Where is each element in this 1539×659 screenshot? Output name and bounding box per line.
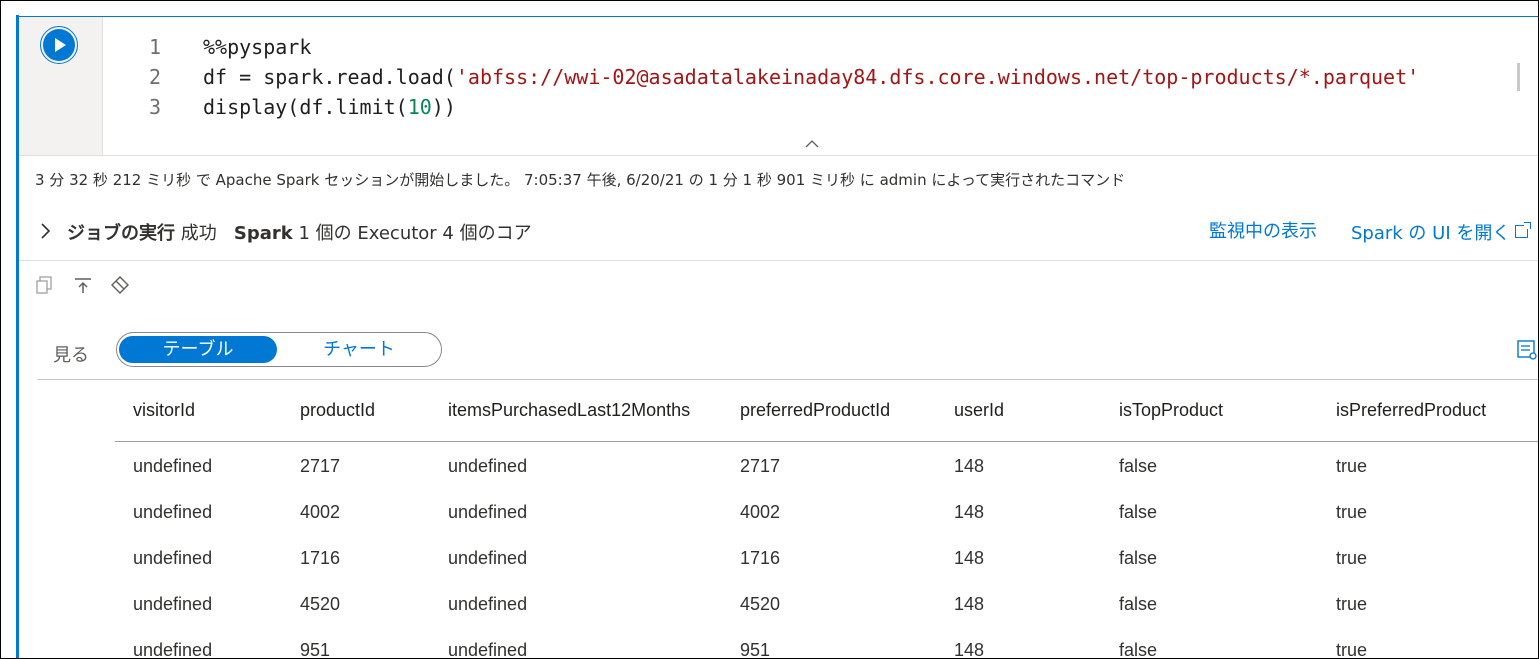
table-row[interactable]: undefined 1716 undefined 1716 148 false … bbox=[115, 534, 1538, 580]
table-cell: undefined bbox=[133, 502, 213, 522]
table-cell: 4520 bbox=[300, 594, 341, 614]
column-header[interactable]: isPreferredProduct bbox=[1336, 400, 1486, 421]
table-cell: 148 bbox=[954, 502, 985, 522]
table-cell: 4002 bbox=[300, 502, 341, 522]
table-cell: 4002 bbox=[740, 502, 781, 522]
code-line[interactable]: 1 %%pyspark bbox=[103, 32, 311, 62]
code-text: display(df.limit( bbox=[203, 95, 408, 119]
code-string: 'abfss://wwi-02@asadatalakeinaday84.dfs.… bbox=[455, 65, 1420, 89]
table-settings-icon[interactable] bbox=[1516, 338, 1538, 362]
table-row[interactable]: undefined 4002 undefined 4002 148 false … bbox=[115, 488, 1538, 534]
table-cell: 951 bbox=[300, 640, 331, 659]
table-cell: true bbox=[1336, 456, 1368, 476]
copy-icon[interactable] bbox=[34, 275, 54, 295]
table-row[interactable]: undefined 951 undefined 951 148 false tr… bbox=[115, 626, 1538, 659]
line-number: 3 bbox=[148, 95, 161, 119]
table-cell: 148 bbox=[954, 456, 985, 476]
table-cell: undefined bbox=[448, 502, 528, 522]
spark-detail: 1 個の Executor 4 個のコア bbox=[298, 223, 532, 244]
table-cell: undefined bbox=[448, 456, 528, 476]
table-cell: false bbox=[1119, 640, 1158, 659]
table-cell: undefined bbox=[133, 594, 213, 614]
notebook-cell: 1 %%pyspark 2 df = spark.read.load('abfss:… bbox=[0, 0, 1539, 659]
table-cell: undefined bbox=[133, 456, 213, 476]
results-divider bbox=[37, 379, 1538, 380]
line-number: 1 bbox=[148, 35, 161, 59]
view-toggle: テーブル チャート bbox=[116, 332, 442, 367]
editor-scrollbar[interactable] bbox=[1517, 63, 1520, 91]
table-cell: true bbox=[1336, 548, 1368, 568]
column-header[interactable]: preferredProductId bbox=[740, 400, 890, 421]
job-status-value: 成功 bbox=[180, 223, 217, 244]
code-line[interactable]: 3 display(df.limit(10)) bbox=[103, 92, 456, 122]
table-cell: 1716 bbox=[740, 548, 781, 568]
table-cell: undefined bbox=[133, 548, 213, 568]
table-cell: false bbox=[1119, 594, 1158, 614]
monitor-link[interactable]: 監視中の表示 bbox=[1209, 217, 1317, 243]
table-cell: false bbox=[1119, 502, 1158, 522]
code-line[interactable]: 2 df = spark.read.load('abfss://wwi-02@as… bbox=[103, 62, 1419, 92]
chevron-right-icon[interactable] bbox=[39, 222, 51, 240]
table-cell: 2717 bbox=[740, 456, 781, 476]
spark-label: Spark bbox=[233, 223, 293, 244]
divider bbox=[19, 155, 1538, 156]
execution-info: 3 分 32 秒 212 ミリ秒 で Apache Spark セッションが開始… bbox=[35, 171, 1126, 189]
table-cell: undefined bbox=[448, 548, 528, 568]
table-cell: false bbox=[1119, 456, 1158, 476]
column-header[interactable]: itemsPurchasedLast12Months bbox=[448, 400, 690, 421]
table-cell: false bbox=[1119, 548, 1158, 568]
column-header[interactable]: userId bbox=[954, 400, 1004, 421]
open-spark-ui-label: Spark の UI を開く bbox=[1351, 223, 1511, 244]
table-cell: 148 bbox=[954, 640, 985, 659]
table-cell: undefined bbox=[133, 640, 213, 659]
table-cell: 2717 bbox=[300, 456, 341, 476]
code-editor[interactable]: 1 %%pyspark 2 df = spark.read.load('abfss:… bbox=[103, 17, 1520, 155]
table-view-option[interactable]: テーブル bbox=[119, 336, 277, 363]
table-row[interactable]: undefined 4520 undefined 4520 148 false … bbox=[115, 580, 1538, 626]
table-row[interactable]: undefined 2717 undefined 2717 148 false … bbox=[115, 442, 1538, 488]
table-cell: true bbox=[1336, 502, 1368, 522]
table-cell: 4520 bbox=[740, 594, 781, 614]
table-cell: 148 bbox=[954, 548, 985, 568]
column-header[interactable]: visitorId bbox=[133, 400, 195, 421]
results-table: visitorId productId itemsPurchasedLast12… bbox=[115, 381, 1538, 659]
run-cell-button[interactable] bbox=[40, 26, 78, 64]
table-cell: 951 bbox=[740, 640, 771, 659]
view-label: 見る bbox=[53, 345, 89, 366]
table-cell: 148 bbox=[954, 594, 985, 614]
filter-collapse-icon[interactable] bbox=[73, 275, 93, 295]
eraser-icon[interactable] bbox=[109, 275, 129, 295]
table-cell: true bbox=[1336, 640, 1368, 659]
code-number: 10 bbox=[407, 95, 432, 119]
external-link-icon bbox=[1515, 222, 1532, 238]
line-number: 2 bbox=[148, 65, 161, 89]
column-header[interactable]: isTopProduct bbox=[1119, 400, 1223, 421]
table-body: undefined 2717 undefined 2717 148 false … bbox=[115, 442, 1538, 659]
code-text: df = spark.read.load( bbox=[203, 65, 456, 89]
table-header-row: visitorId productId itemsPurchasedLast12… bbox=[115, 381, 1538, 442]
code-text: %%pyspark bbox=[203, 35, 312, 59]
table-cell: undefined bbox=[448, 594, 528, 614]
job-status: ジョブの実行 成功 Spark 1 個の Executor 4 個のコア bbox=[67, 219, 532, 245]
collapse-chevron-up-icon[interactable] bbox=[805, 139, 819, 149]
job-execution-row: ジョブの実行 成功 Spark 1 個の Executor 4 個のコア 監視中… bbox=[19, 206, 1538, 261]
chart-view-option[interactable]: チャート bbox=[280, 336, 438, 363]
job-title: ジョブの実行 bbox=[67, 223, 175, 244]
code-text: )) bbox=[431, 95, 456, 119]
table-cell: true bbox=[1336, 594, 1368, 614]
column-header[interactable]: productId bbox=[300, 400, 375, 421]
table-cell: undefined bbox=[448, 640, 528, 659]
table-cell: 1716 bbox=[300, 548, 341, 568]
open-spark-ui-link[interactable]: Spark の UI を開く bbox=[1351, 219, 1532, 245]
